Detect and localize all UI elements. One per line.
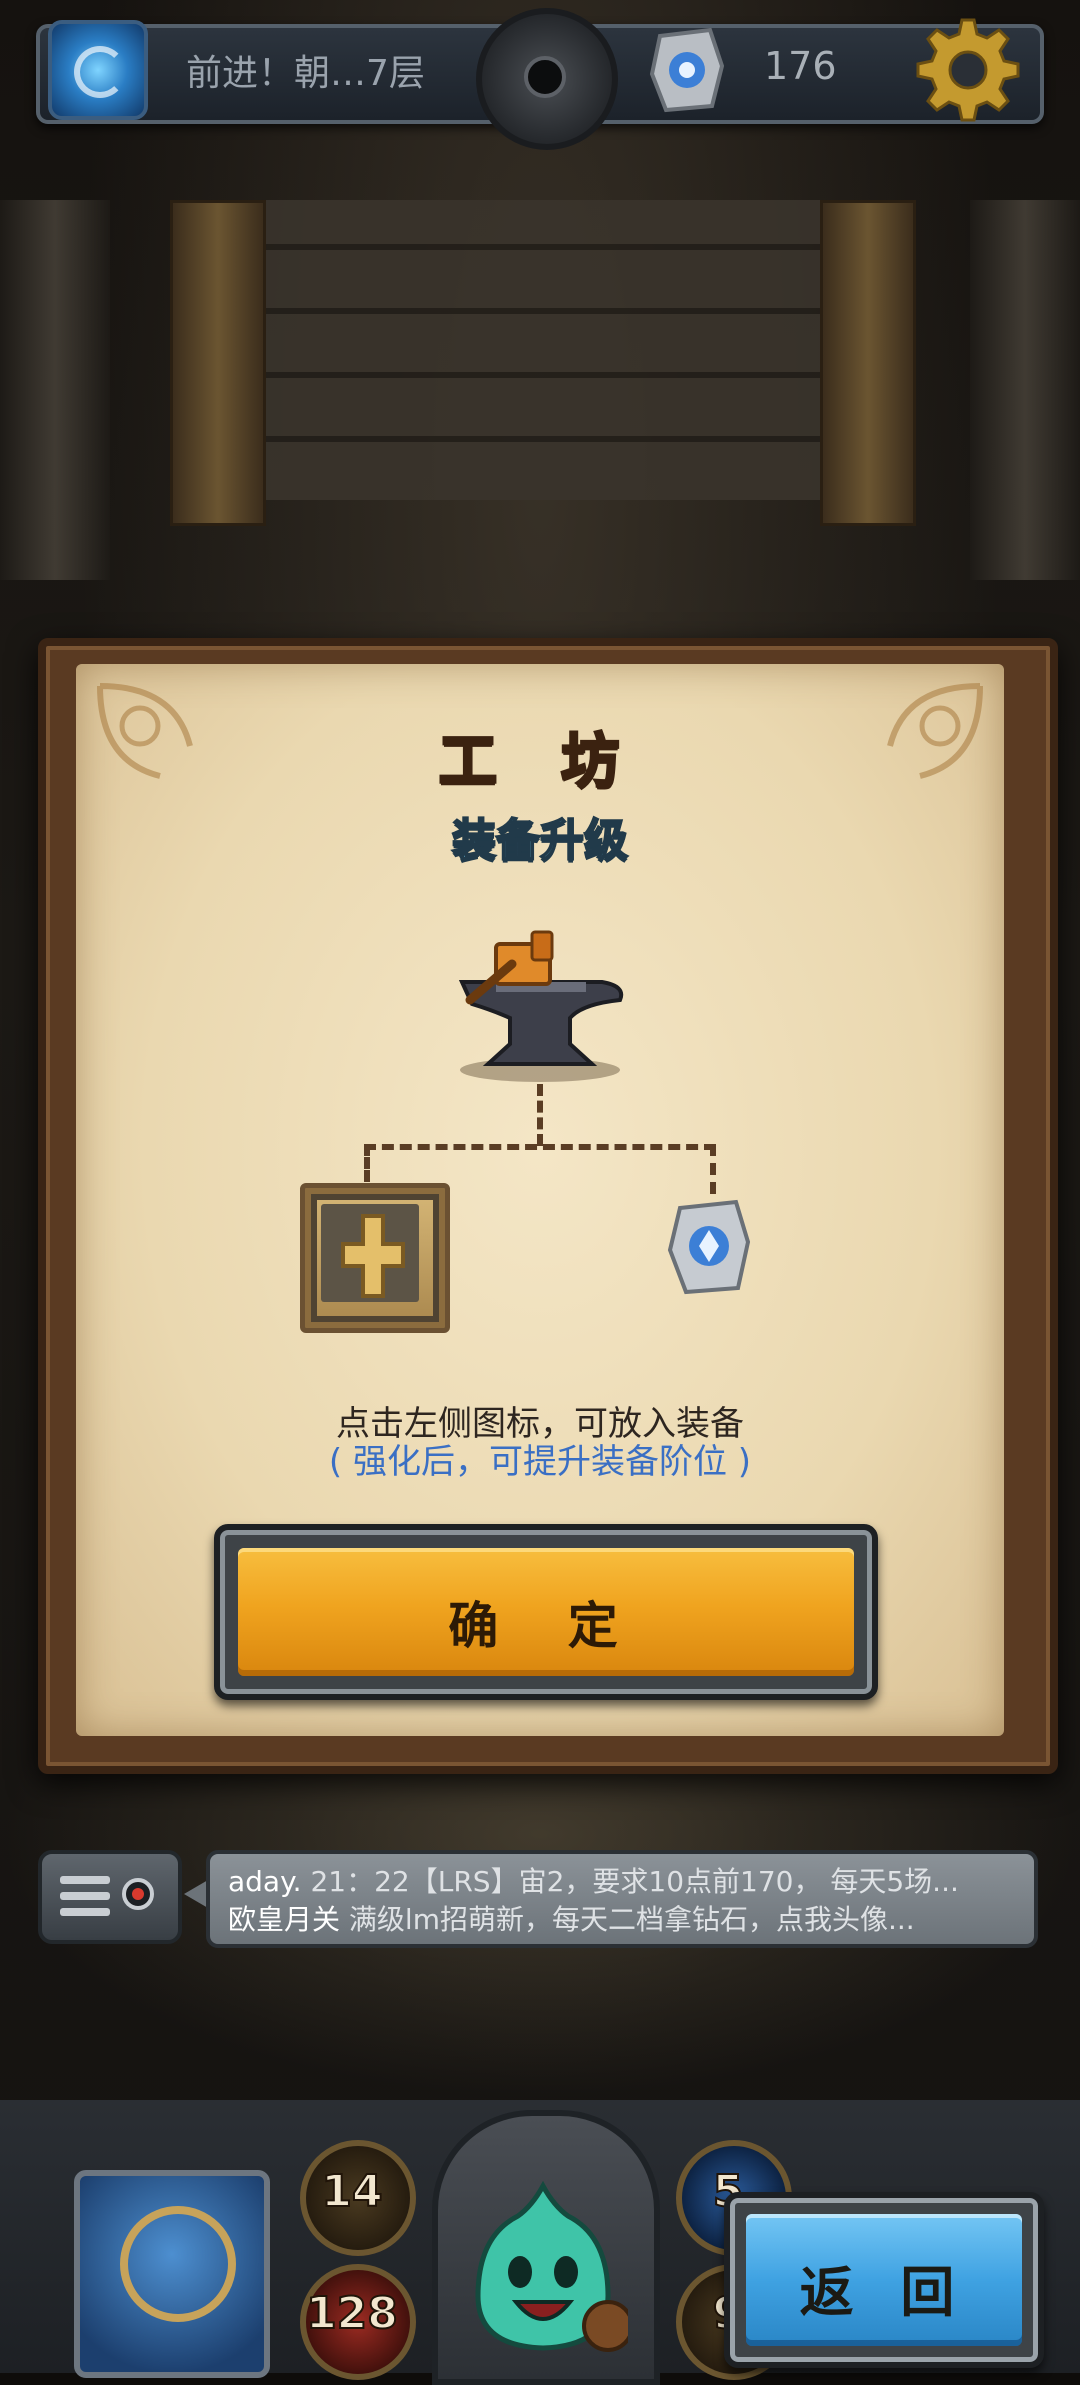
slime-mascot-icon[interactable] <box>458 2176 628 2366</box>
connector-line <box>364 1144 370 1182</box>
anvil-hammer-icon <box>458 930 624 1082</box>
connector-line <box>537 1084 543 1146</box>
back-button-label: 返 回 <box>799 2261 969 2324</box>
confirm-button[interactable]: 确 定 <box>214 1524 878 1700</box>
chat-text: 满级lm招萌新，每天二档拿钻石，点我头像... <box>340 1903 915 1936</box>
stone-column-right <box>970 200 1080 580</box>
portal-icon[interactable] <box>48 20 148 120</box>
chat-sender: aday. <box>228 1865 302 1898</box>
connector-line <box>710 1144 716 1194</box>
rune-stone-icon <box>649 27 725 113</box>
golden-pillar-left <box>170 200 266 526</box>
stone-column-left <box>0 200 110 580</box>
equipment-slot-button[interactable] <box>300 1183 450 1333</box>
hint-text-secondary: ( 强化后，可提升装备阶位 ) <box>328 1442 752 1482</box>
chat-message[interactable]: 欧皇月关 满级lm招萌新，每天二档拿钻石，点我头像... <box>228 1898 1018 1938</box>
health-value: 128 <box>305 2287 399 2340</box>
back-button[interactable]: 返 回 <box>724 2192 1044 2368</box>
hero-portrait-button[interactable] <box>74 2170 270 2378</box>
connector-line <box>364 1144 716 1150</box>
chat-text: 21：22【LRS】宙2，要求10点前170， 每天5场... <box>301 1865 959 1898</box>
chat-sender: 欧皇月关 <box>228 1903 341 1936</box>
rune-stone-material-icon <box>667 1199 751 1295</box>
rune-count: 176 <box>764 44 837 88</box>
hero-compass-icon <box>120 2206 236 2322</box>
floor-progress-text[interactable]: 前进！朝…7层 <box>186 44 425 96</box>
dialog-subtitle: 装备升级 <box>451 814 629 867</box>
settings-gear-icon[interactable] <box>912 14 1024 126</box>
golden-pillar-right <box>820 200 916 526</box>
radio-icon <box>60 1876 154 1916</box>
confirm-button-face: 确 定 <box>238 1548 854 1676</box>
confirm-button-label: 确 定 <box>448 1597 644 1655</box>
center-dial-icon <box>476 8 618 150</box>
chat-radio-button[interactable] <box>38 1850 182 1944</box>
dialog-title: 工 坊 <box>437 726 642 797</box>
stone-wall <box>230 200 850 500</box>
back-button-face: 返 回 <box>746 2214 1022 2346</box>
chat-bubble-tail <box>184 1880 208 1908</box>
attack-value: 14 <box>320 2165 383 2218</box>
plus-icon <box>341 1214 405 1298</box>
chat-message[interactable]: aday. 21：22【LRS】宙2，要求10点前170， 每天5场... <box>228 1860 1018 1900</box>
